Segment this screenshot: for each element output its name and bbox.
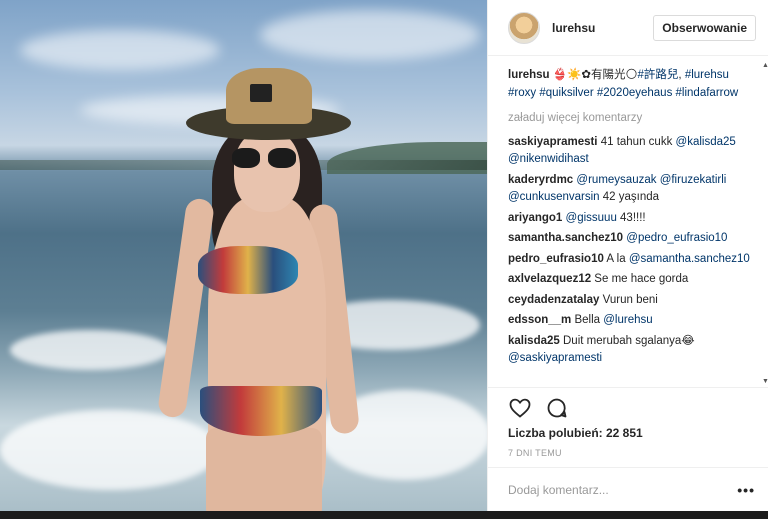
bottom-edge-strip: [0, 511, 768, 519]
comment-username[interactable]: pedro_eufrasio10: [508, 253, 604, 265]
comment-text: Vurun beni: [599, 293, 658, 306]
comment-text: A la: [603, 252, 629, 265]
comment-username[interactable]: kalisda25: [508, 335, 560, 347]
list-item: ariyango1 @gissuuu 43!!!!: [508, 210, 751, 228]
list-item: pedro_eufrasio10 A la @samantha.sanchez1…: [508, 251, 751, 269]
comment-username[interactable]: axlvelazquez12: [508, 273, 591, 285]
follow-button[interactable]: Obserwowanie: [653, 14, 756, 41]
comment-text: Se me hace gorda: [591, 273, 689, 285]
cloud: [20, 30, 220, 70]
scroll-down-arrow-icon[interactable]: ▼: [762, 378, 768, 385]
heart-icon[interactable]: [508, 396, 532, 420]
comment-username[interactable]: ariyango1: [508, 212, 562, 224]
list-item: kalisda25 Duit merubah sgalanya😂 @saskiy…: [508, 333, 751, 368]
bikini-bottom: [200, 386, 322, 436]
post-photo[interactable]: [0, 0, 487, 519]
list-item: samantha.sanchez10 @pedro_eufrasio10: [508, 230, 751, 248]
list-item: saskiyapramesti 41 tahun cukk @kalisda25…: [508, 134, 751, 169]
mention-link[interactable]: @pedro_eufrasio10: [626, 232, 727, 244]
post-actions: Liczba polubień: 22 851 7 DNI TEMU: [488, 387, 768, 467]
mention-link[interactable]: @gissuuu: [566, 212, 617, 224]
comment-text: 41 tahun cukk: [597, 135, 676, 148]
comment-username[interactable]: ceydadenzatalay: [508, 294, 599, 306]
more-dots-icon[interactable]: •••: [737, 482, 755, 498]
post-caption: lurehsu 👙☀️✿有陽光🌕#許路兒, #lurehsu #roxy #qu…: [508, 69, 739, 99]
post-side-panel: lurehsu Obserwowanie lurehsu 👙☀️✿有陽光🌕#許路…: [487, 0, 768, 511]
mention-link[interactable]: @firuzekatirli: [660, 174, 727, 186]
comment-text-suffix: 43!!!!: [616, 211, 646, 224]
sunglasses-left-lens: [232, 148, 260, 168]
hashtag-link[interactable]: #許路兒: [638, 69, 679, 81]
comments-list[interactable]: lurehsu 👙☀️✿有陽光🌕#許路兒, #lurehsu #roxy #qu…: [488, 67, 763, 387]
bikini-top: [198, 246, 298, 294]
hat-logo-badge: [250, 84, 272, 102]
list-item: kaderyrdmc @rumeysauzak @firuzekatirli @…: [508, 172, 751, 207]
comment-text: Duit merubah sgalanya😂: [559, 334, 695, 347]
list-item: edsson__m Bella @lurehsu: [508, 312, 751, 330]
comment-text-suffix: 42 yaşında: [599, 191, 660, 203]
avatar[interactable]: [508, 11, 540, 44]
post-header: lurehsu Obserwowanie: [488, 0, 768, 56]
person-figure: [156, 68, 360, 519]
list-item: axlvelazquez12 Se me hace gorda: [508, 271, 751, 289]
cloud: [260, 10, 480, 60]
header-username[interactable]: lurehsu: [552, 21, 653, 35]
add-comment-bar: •••: [488, 467, 768, 511]
mention-link[interactable]: @saskiyapramesti: [508, 352, 602, 364]
caption-username[interactable]: lurehsu: [508, 69, 550, 81]
hashtag-link[interactable]: #2020eyehaus: [597, 87, 672, 99]
hashtag-link[interactable]: #roxy: [508, 87, 536, 99]
speech-bubble-icon[interactable]: [545, 396, 569, 420]
post-timestamp[interactable]: 7 DNI TEMU: [508, 448, 749, 458]
wave-foam: [10, 330, 170, 370]
hashtag-link[interactable]: #quiksilver: [539, 87, 593, 99]
legs: [206, 428, 322, 519]
mention-link[interactable]: @samantha.sanchez10: [629, 253, 750, 265]
mention-link[interactable]: @kalisda25: [676, 136, 736, 148]
scroll-up-arrow-icon[interactable]: ▲: [762, 62, 768, 69]
mention-link[interactable]: @nikenwidihast: [508, 153, 589, 165]
list-item: ceydadenzatalay Vurun beni: [508, 292, 751, 310]
hashtag-link[interactable]: #lindafarrow: [676, 87, 739, 99]
caption-text: 👙☀️✿有陽光🌕: [549, 69, 638, 81]
hashtag-link[interactable]: #lurehsu: [685, 69, 729, 81]
comment-username[interactable]: kaderyrdmc: [508, 174, 573, 186]
comment-text: Bella: [571, 314, 604, 326]
comment-username[interactable]: saskiyapramesti: [508, 136, 598, 148]
sunglasses-right-lens: [268, 148, 296, 168]
mention-link[interactable]: @rumeysauzak: [576, 174, 656, 186]
mention-link[interactable]: @lurehsu: [603, 314, 652, 326]
comment-username[interactable]: samantha.sanchez10: [508, 232, 623, 244]
comment-input[interactable]: [508, 482, 738, 497]
comment-username[interactable]: edsson__m: [508, 314, 571, 326]
load-more-comments-link[interactable]: załaduj więcej komentarzy: [508, 110, 751, 128]
likes-count[interactable]: Liczba polubień: 22 851: [508, 426, 749, 440]
face: [234, 130, 300, 212]
mention-link[interactable]: @cunkusenvarsin: [508, 191, 600, 203]
